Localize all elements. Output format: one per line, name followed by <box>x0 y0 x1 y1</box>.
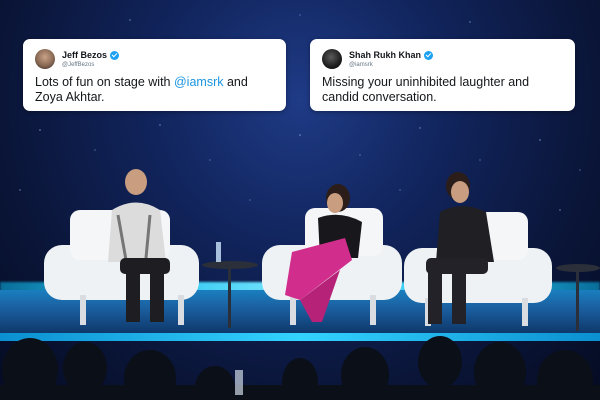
tweet-card-shah-rukh-khan: Shah Rukh Khan @iamsrk Missing your unin… <box>310 39 575 111</box>
person-avatar-icon <box>322 49 342 69</box>
side-table-left <box>202 242 258 328</box>
tweet-header: Shah Rukh Khan @iamsrk <box>322 48 563 70</box>
user-handle: @JeffBezos <box>62 61 95 68</box>
user-handle: @iamsrk <box>349 61 373 68</box>
display-name: Jeff Bezos <box>62 49 108 60</box>
speaker-middle <box>285 184 362 322</box>
verified-badge-icon <box>424 50 434 60</box>
tweet-text: Lots of fun on stage with @iamsrk and Zo… <box>35 75 274 105</box>
display-name: Shah Rukh Khan <box>349 49 422 60</box>
tweet-text: Missing your uninhibited laughter and ca… <box>322 75 530 104</box>
tweet-text-part: Lots of fun on stage with <box>35 75 174 89</box>
verified-badge-icon <box>110 50 120 60</box>
side-table-right <box>556 264 600 331</box>
stage-photo: Jeff Bezos @JeffBezos Lots of fun on sta… <box>0 0 600 400</box>
person-avatar-icon <box>35 49 55 69</box>
tweet-header: Jeff Bezos @JeffBezos <box>35 48 274 70</box>
audience-silhouettes <box>0 336 600 400</box>
mention-link: @iamsrk <box>173 75 224 89</box>
tweet-card-jeff-bezos: Jeff Bezos @JeffBezos Lots of fun on sta… <box>23 39 286 111</box>
